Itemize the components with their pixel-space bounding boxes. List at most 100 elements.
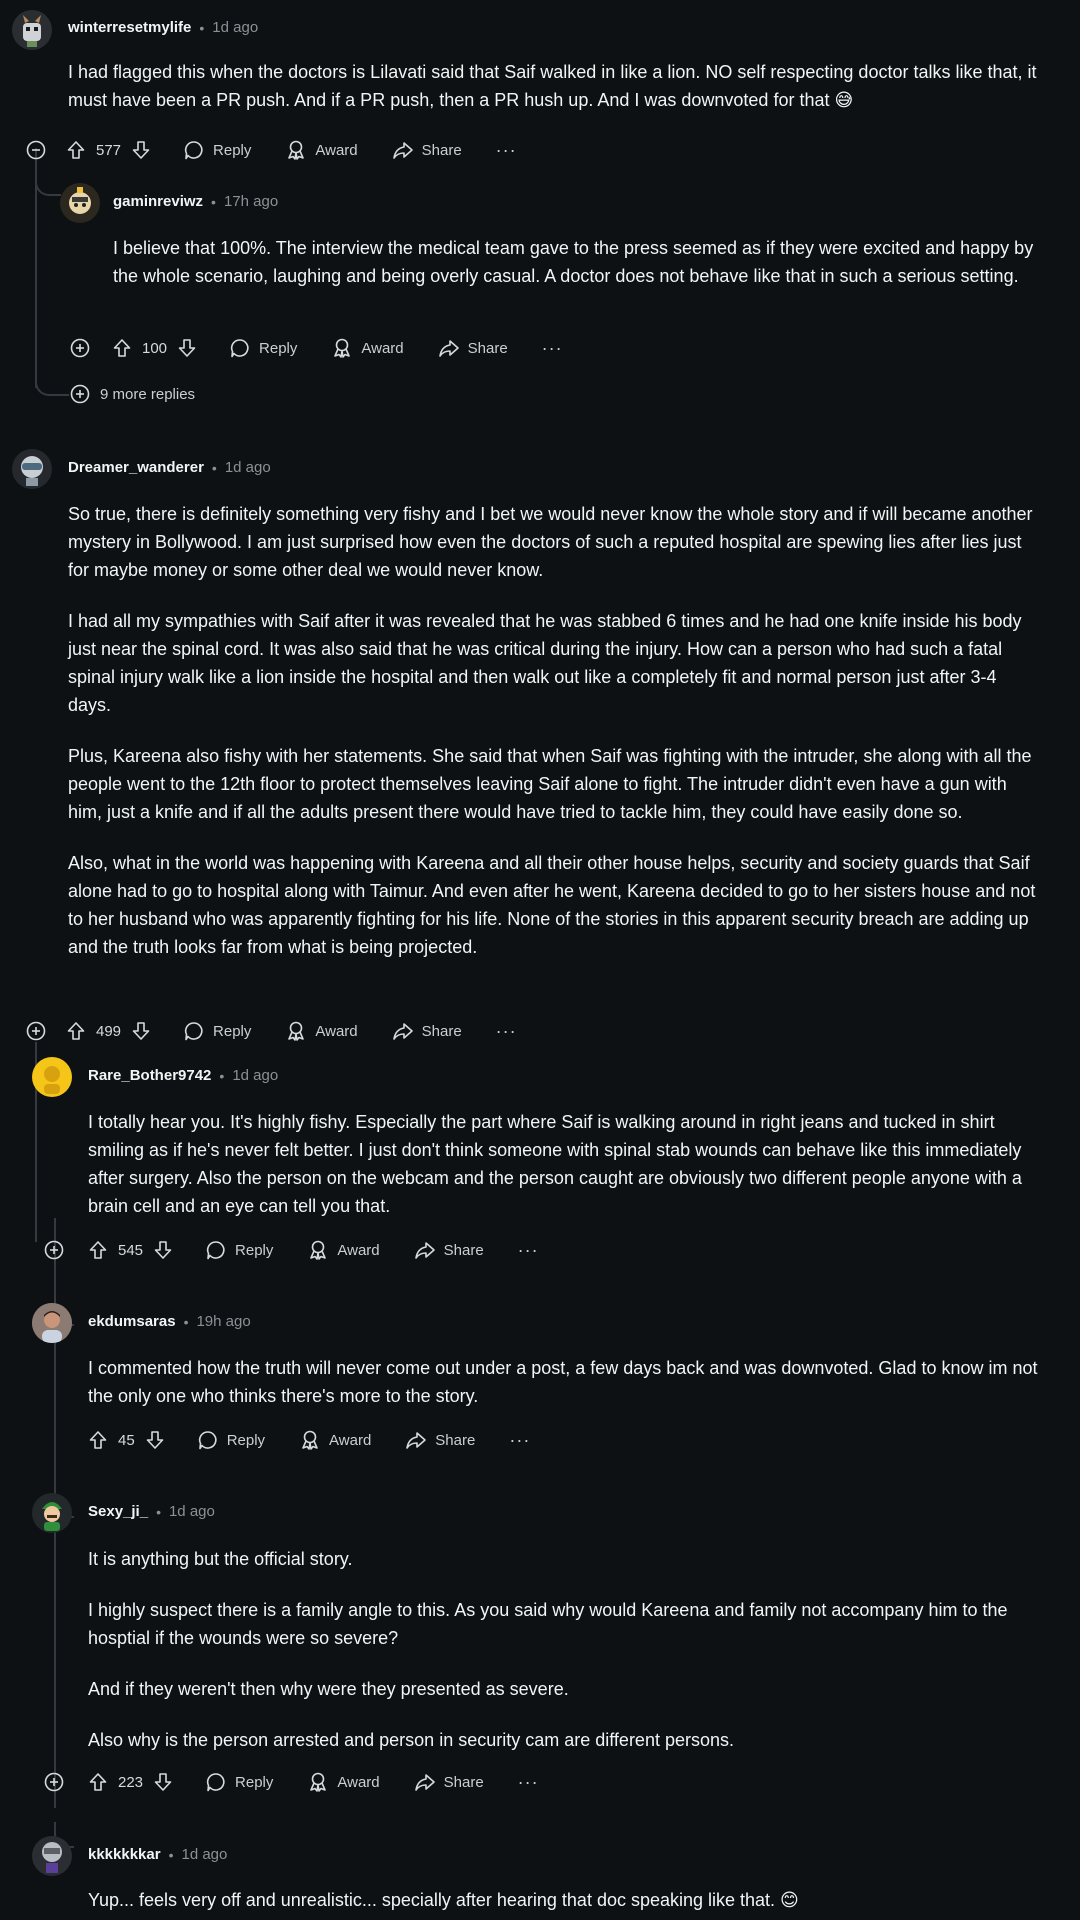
comment-actions: 577 Reply Award Share ···: [66, 136, 517, 164]
reply-icon: [206, 1773, 225, 1792]
share-button[interactable]: Share: [392, 139, 462, 161]
share-button[interactable]: Share: [414, 1771, 484, 1793]
award-icon: [310, 1772, 327, 1792]
comment-timestamp[interactable]: 17h ago: [224, 193, 278, 210]
comment-author[interactable]: gaminreviwz: [113, 193, 203, 210]
upvote-icon[interactable]: [112, 338, 132, 358]
vote-count: 577: [96, 141, 122, 159]
upvote-icon[interactable]: [88, 1240, 108, 1260]
reply-button[interactable]: Reply: [197, 1429, 265, 1451]
reply-button[interactable]: Reply: [205, 1239, 273, 1261]
more-replies-label: 9 more replies: [100, 385, 196, 403]
award-icon: [310, 1240, 327, 1260]
more-options-icon[interactable]: ···: [542, 338, 563, 359]
comment-author[interactable]: winterresetmylife: [68, 19, 191, 36]
comment-timestamp[interactable]: 1d ago: [181, 1846, 227, 1863]
avatar[interactable]: [32, 1057, 72, 1097]
upvote-icon[interactable]: [88, 1430, 108, 1450]
avatar[interactable]: [32, 1303, 72, 1343]
award-label: Award: [337, 1773, 380, 1791]
collapse-icon[interactable]: [26, 140, 46, 160]
comment-timestamp[interactable]: 1d ago: [225, 459, 271, 476]
comment-paragraph: Also, what in the world was happening wi…: [68, 853, 1036, 957]
comment-body: Yup... feels very off and unrealistic...…: [88, 1886, 1043, 1914]
comment-actions: 545 Reply Award Share ···: [88, 1236, 539, 1264]
upvote-icon[interactable]: [66, 140, 86, 160]
downvote-icon[interactable]: [177, 338, 197, 358]
downvote-icon[interactable]: [145, 1430, 165, 1450]
share-button[interactable]: Share: [438, 337, 508, 359]
share-label: Share: [443, 1773, 484, 1791]
expand-icon[interactable]: [44, 1772, 64, 1792]
comment-paragraph: I had flagged this when the doctors is L…: [68, 62, 1037, 110]
more-replies-button[interactable]: 9 more replies: [70, 384, 195, 404]
award-button[interactable]: Award: [285, 139, 358, 161]
downvote-icon[interactable]: [131, 140, 151, 160]
share-label: Share: [443, 1241, 484, 1259]
award-icon: [334, 338, 351, 358]
more-options-icon[interactable]: ···: [509, 1430, 530, 1451]
expand-icon[interactable]: [70, 338, 90, 358]
award-button[interactable]: Award: [331, 337, 404, 359]
award-button[interactable]: Award: [285, 1020, 358, 1042]
share-icon: [406, 1432, 427, 1449]
reply-button[interactable]: Reply: [183, 1020, 251, 1042]
comment-timestamp[interactable]: 1d ago: [232, 1067, 278, 1084]
comment-timestamp[interactable]: 1d ago: [212, 19, 258, 36]
comment-paragraph: I totally hear you. It's highly fishy. E…: [88, 1112, 1022, 1216]
reply-icon: [230, 339, 249, 358]
reply-icon: [198, 1431, 217, 1450]
expand-icon[interactable]: [26, 1021, 46, 1041]
downvote-icon[interactable]: [153, 1240, 173, 1260]
share-button[interactable]: Share: [392, 1020, 462, 1042]
comment-author[interactable]: Sexy_ji_: [88, 1503, 148, 1520]
comment-author[interactable]: Dreamer_wanderer: [68, 459, 204, 476]
avatar[interactable]: [60, 183, 100, 223]
share-button[interactable]: Share: [414, 1239, 484, 1261]
meta-separator: •: [168, 1846, 174, 1863]
vote-count: 45: [118, 1431, 135, 1449]
vote-count: 100: [142, 339, 168, 357]
award-button[interactable]: Award: [307, 1771, 380, 1793]
award-icon: [302, 1430, 318, 1450]
reply-label: Reply: [213, 1022, 252, 1040]
avatar[interactable]: [12, 449, 52, 489]
reply-button[interactable]: Reply: [205, 1771, 273, 1793]
award-icon: [288, 1021, 305, 1041]
reply-label: Reply: [235, 1241, 274, 1259]
meta-separator: •: [156, 1503, 161, 1520]
more-options-icon[interactable]: ···: [518, 1240, 539, 1261]
reply-label: Reply: [226, 1431, 266, 1449]
comment-body: I commented how the truth will never com…: [88, 1354, 1043, 1410]
comment-body: It is anything but the official story. I…: [88, 1545, 1043, 1754]
more-options-icon[interactable]: ···: [518, 1772, 539, 1793]
award-icon: [288, 140, 305, 160]
award-button[interactable]: Award: [299, 1429, 371, 1451]
comment-author[interactable]: ekdumsaras: [88, 1313, 176, 1330]
more-options-icon[interactable]: ···: [496, 140, 517, 161]
reply-label: Reply: [213, 141, 252, 159]
avatar[interactable]: [32, 1836, 72, 1876]
comment-timestamp[interactable]: 1d ago: [169, 1503, 215, 1520]
upvote-icon[interactable]: [88, 1772, 108, 1792]
award-button[interactable]: Award: [307, 1239, 380, 1261]
award-label: Award: [329, 1431, 372, 1449]
comment-timestamp[interactable]: 19h ago: [196, 1313, 250, 1330]
downvote-icon[interactable]: [131, 1021, 151, 1041]
award-label: Award: [315, 1022, 358, 1040]
more-options-icon[interactable]: ···: [496, 1021, 517, 1042]
comment-paragraph: Yup... feels very off and unrealistic...…: [88, 1890, 799, 1910]
upvote-icon[interactable]: [66, 1021, 86, 1041]
avatar[interactable]: [12, 10, 52, 50]
reply-button[interactable]: Reply: [183, 139, 251, 161]
thread-connector: [35, 368, 69, 396]
comment-author[interactable]: Rare_Bother9742: [88, 1067, 211, 1084]
reply-button[interactable]: Reply: [229, 337, 297, 359]
comment-author[interactable]: kkkkkkkar: [88, 1846, 161, 1863]
expand-icon[interactable]: [44, 1240, 64, 1260]
reply-icon: [184, 141, 203, 160]
comment-body: So true, there is definitely something v…: [68, 500, 1043, 961]
avatar[interactable]: [32, 1493, 72, 1533]
share-button[interactable]: Share: [405, 1429, 475, 1451]
downvote-icon[interactable]: [153, 1772, 173, 1792]
